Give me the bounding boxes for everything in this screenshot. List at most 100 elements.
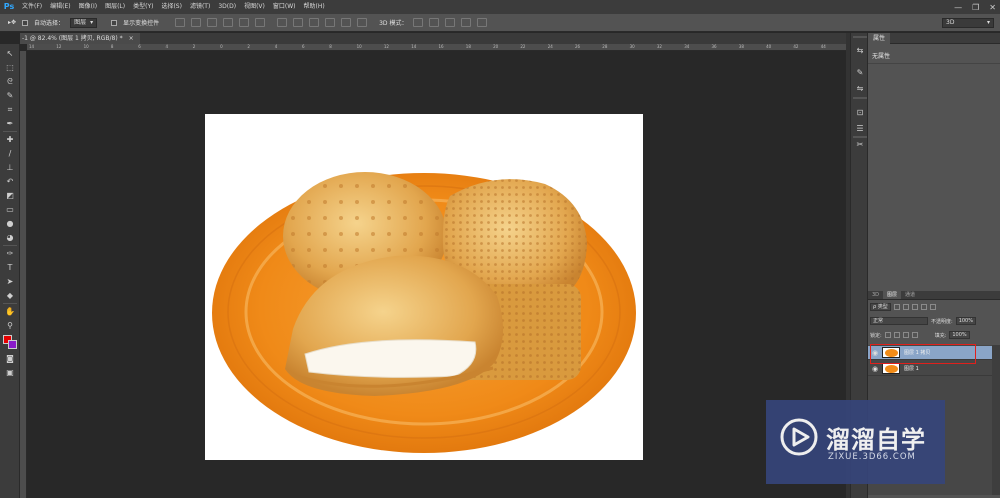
align-hcenter-icon[interactable] <box>239 18 250 27</box>
restore-button[interactable]: ❐ <box>972 3 979 12</box>
3d-roll-icon[interactable] <box>429 18 440 27</box>
3d-slide-icon[interactable] <box>461 18 472 27</box>
zoom-tool-icon[interactable]: ⚲ <box>4 320 16 331</box>
menu-type[interactable]: 类型(Y) <box>129 0 157 14</box>
filter-type-icon[interactable] <box>911 304 918 310</box>
filter-pixel-icon[interactable] <box>893 304 900 310</box>
lock-all-icon[interactable] <box>911 332 918 338</box>
dock-grip[interactable] <box>853 36 867 38</box>
history-brush-tool-icon[interactable]: ↶ <box>4 176 16 187</box>
3d-scale-icon[interactable] <box>477 18 488 27</box>
tool-separator <box>3 303 17 304</box>
3d-pan-icon[interactable] <box>445 18 456 27</box>
menu-3d[interactable]: 3D(D) <box>214 0 240 14</box>
eye-icon[interactable]: ◉ <box>868 365 882 373</box>
distribute-bottom-icon[interactable] <box>309 18 320 27</box>
history-panel-icon[interactable]: ⇆ <box>854 45 866 57</box>
menu-file[interactable]: 文件(F) <box>18 0 46 14</box>
quick-mask-icon[interactable]: ◙ <box>4 353 16 364</box>
lock-image-icon[interactable] <box>893 332 900 338</box>
align-left-icon[interactable] <box>223 18 234 27</box>
workspace-dropdown[interactable]: 3D ▾ <box>942 18 994 28</box>
distribute-vcenter-icon[interactable] <box>293 18 304 27</box>
lock-label: 锁定: <box>870 332 882 339</box>
layer-filter-dropdown[interactable]: ρ 类型 <box>870 303 891 311</box>
align-right-icon[interactable] <box>255 18 266 27</box>
filter-adjustment-icon[interactable] <box>902 304 909 310</box>
healing-brush-tool-icon[interactable]: ✚ <box>4 134 16 145</box>
lasso-tool-icon[interactable]: ᘓ <box>4 76 16 87</box>
align-top-icon[interactable] <box>175 18 186 27</box>
opacity-input[interactable]: 100% <box>955 317 976 325</box>
lock-transparent-icon[interactable] <box>884 332 891 338</box>
align-vcenter-icon[interactable] <box>191 18 202 27</box>
path-select-tool-icon[interactable]: ➤ <box>4 276 16 287</box>
document-canvas[interactable] <box>205 114 643 460</box>
brush-panel-icon[interactable]: ✎ <box>854 67 866 79</box>
auto-select-checkbox[interactable] <box>22 19 29 26</box>
quick-select-tool-icon[interactable]: ✎ <box>4 90 16 101</box>
clone-stamp-tool-icon[interactable]: ⊥ <box>4 162 16 173</box>
show-transform-checkbox[interactable] <box>111 19 118 26</box>
dock-grip[interactable] <box>853 97 867 99</box>
hand-tool-icon[interactable]: ✋ <box>4 306 16 317</box>
move-tool-icon[interactable]: ▸✥ <box>8 19 16 26</box>
tab-properties[interactable]: 属性 <box>868 33 891 44</box>
tab-close-icon[interactable]: × <box>129 33 134 44</box>
layers-scrollbar[interactable] <box>992 345 1000 495</box>
ruler-tick-label: 44 <box>820 44 826 49</box>
menu-filter[interactable]: 滤镜(T) <box>186 0 214 14</box>
tab-channels[interactable]: 通道 <box>901 291 919 299</box>
menu-select[interactable]: 选择(S) <box>157 0 186 14</box>
filter-shape-icon[interactable] <box>920 304 927 310</box>
dodge-tool-icon[interactable]: ◕ <box>4 232 16 243</box>
3d-rotate-icon[interactable] <box>413 18 424 27</box>
canvas-area[interactable] <box>27 52 846 498</box>
tools-preset-icon[interactable]: ✂ <box>854 139 866 151</box>
pen-tool-icon[interactable]: ✑ <box>4 248 16 259</box>
blur-tool-icon[interactable]: ● <box>4 218 16 229</box>
menu-layer[interactable]: 图层(L) <box>101 0 129 14</box>
align-bottom-icon[interactable] <box>207 18 218 27</box>
close-button[interactable]: ✕ <box>989 3 996 12</box>
photoshop-window: Ps 文件(F) 编辑(E) 图像(I) 图层(L) 类型(Y) 选择(S) 滤… <box>0 0 1000 498</box>
crop-tool-icon[interactable]: ⌗ <box>4 104 16 115</box>
dock-grip[interactable] <box>853 136 867 138</box>
menu-view[interactable]: 视图(V) <box>240 0 269 14</box>
lock-position-icon[interactable] <box>902 332 909 338</box>
type-tool-icon[interactable]: T <box>4 262 16 273</box>
marquee-tool-icon[interactable]: ⬚ <box>4 62 16 73</box>
ruler-tick-label: 6 <box>302 44 305 49</box>
document-tab[interactable]: -1 @ 82.4% (图层 1 拷贝, RGB/8) * × <box>20 33 140 44</box>
layer-row[interactable]: ◉ 图层 1 <box>868 362 992 376</box>
move-tool-icon[interactable]: ↖ <box>4 48 16 59</box>
menu-help[interactable]: 帮助(H) <box>300 0 329 14</box>
distribute-top-icon[interactable] <box>277 18 288 27</box>
menu-window[interactable]: 窗口(W) <box>269 0 300 14</box>
document-tab-bar: -1 @ 82.4% (图层 1 拷贝, RGB/8) * × <box>20 33 846 44</box>
ruler-tick-label: 36 <box>711 44 717 49</box>
gradient-tool-icon[interactable]: ▭ <box>4 204 16 215</box>
fill-input[interactable]: 100% <box>949 331 970 339</box>
tab-3d[interactable]: 3D <box>868 291 883 299</box>
background-color-swatch[interactable] <box>8 340 17 349</box>
eraser-tool-icon[interactable]: ◩ <box>4 190 16 201</box>
menu-image[interactable]: 图像(I) <box>75 0 101 14</box>
distribute-right-icon[interactable] <box>357 18 368 27</box>
blend-mode-dropdown[interactable]: 正常 <box>870 317 928 325</box>
shape-tool-icon[interactable]: ◆ <box>4 290 16 301</box>
minimize-button[interactable]: — <box>954 3 962 12</box>
distribute-left-icon[interactable] <box>325 18 336 27</box>
screen-mode-icon[interactable]: ▣ <box>4 367 16 378</box>
auto-select-target-dropdown[interactable]: 图层 ▾ <box>70 17 98 28</box>
eyedropper-tool-icon[interactable]: ✒ <box>4 118 16 129</box>
ruler-tick-label: 4 <box>165 44 169 49</box>
styles-panel-icon[interactable]: ☰ <box>854 123 866 135</box>
brush-tool-icon[interactable]: / <box>4 148 16 159</box>
filter-smart-icon[interactable] <box>929 304 936 310</box>
distribute-hcenter-icon[interactable] <box>341 18 352 27</box>
menu-edit[interactable]: 编辑(E) <box>46 0 74 14</box>
tab-layers[interactable]: 图层 <box>883 291 902 299</box>
adjustments-panel-icon[interactable]: ⇋ <box>854 83 866 95</box>
clone-source-panel-icon[interactable]: ⊡ <box>854 107 866 119</box>
